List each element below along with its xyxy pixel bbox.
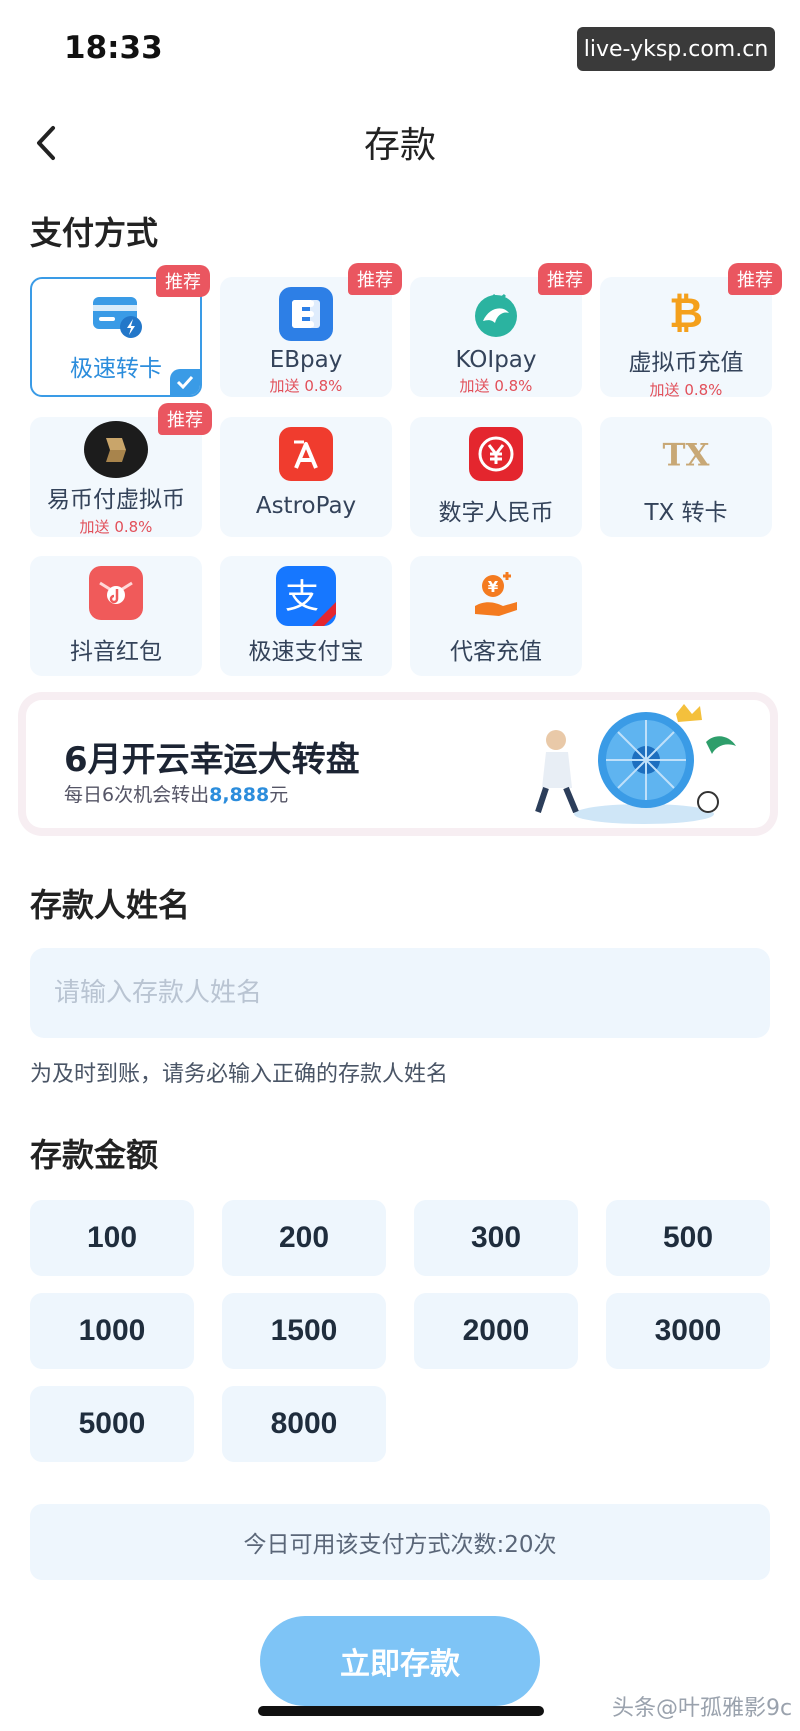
payment-method-agent-topup[interactable]: ¥ 代客充值: [410, 556, 582, 676]
astropay-icon: [279, 427, 333, 481]
payment-method-label: 虚拟币充值: [628, 350, 744, 376]
watermark-bottom: 头条@叶孤雅影9c: [612, 1696, 793, 1721]
payment-method-label: 代客充值: [450, 639, 542, 665]
payment-method-label: 极速支付宝: [248, 639, 364, 665]
checkmark-icon: [170, 369, 200, 395]
depositor-name-field[interactable]: [30, 948, 770, 1038]
amount-option-5000[interactable]: 5000: [30, 1386, 194, 1462]
payment-method-digital-rmb[interactable]: 数字人民币: [410, 417, 582, 537]
watermark-top: live-yksp.com.cn: [577, 27, 775, 71]
payment-bonus: 加送 0.8%: [79, 518, 153, 536]
payment-bonus: 加送 0.8%: [269, 377, 343, 395]
depositor-section-title: 存款人姓名: [30, 886, 191, 924]
amount-option-200[interactable]: 200: [222, 1200, 386, 1276]
amount-option-500[interactable]: 500: [606, 1200, 770, 1276]
payment-bonus: 加送 0.8%: [649, 381, 723, 399]
tx-icon: TX: [659, 427, 713, 481]
depositor-name-input[interactable]: [54, 978, 770, 1008]
payment-method-tx-card[interactable]: TX TX 转卡: [600, 417, 772, 537]
payment-method-douyin-redpacket[interactable]: 抖音红包: [30, 556, 202, 676]
amount-option-1500[interactable]: 1500: [222, 1293, 386, 1369]
payment-bonus: 加送 0.8%: [459, 377, 533, 395]
agent-topup-icon: ¥: [469, 566, 523, 620]
recommend-badge: 推荐: [538, 263, 592, 295]
amount-option-2000[interactable]: 2000: [414, 1293, 578, 1369]
recommend-badge: 推荐: [156, 265, 210, 297]
ebpay-icon: [279, 287, 333, 341]
payment-method-label: 极速转卡: [70, 356, 162, 382]
amount-option-1000[interactable]: 1000: [30, 1293, 194, 1369]
promo-banner[interactable]: 6月开云幸运大转盘 每日6次机会转出8,888元: [26, 700, 770, 828]
ebifu-icon: [84, 421, 148, 478]
amount-option-300[interactable]: 300: [414, 1200, 578, 1276]
svg-text:¥: ¥: [488, 578, 499, 596]
usage-count-text: 今日可用该支付方式次数:20次: [30, 1504, 770, 1580]
payment-method-fast-alipay[interactable]: 支 极速支付宝: [220, 556, 392, 676]
digital-rmb-icon: [469, 427, 523, 481]
payment-section-title: 支付方式: [30, 214, 159, 252]
banner-subtitle-prefix: 每日6次机会转出: [64, 784, 210, 806]
amount-option-100[interactable]: 100: [30, 1200, 194, 1276]
card-icon: [89, 289, 143, 343]
lucky-wheel-image: [535, 704, 736, 824]
alipay-icon: 支: [276, 566, 336, 626]
payment-method-label: AstroPay: [255, 493, 357, 519]
payment-method-crypto[interactable]: ₿ 虚拟币充值 加送 0.8% 推荐: [600, 263, 782, 399]
recommend-badge: 推荐: [348, 263, 402, 295]
payment-method-ebpay[interactable]: EBpay 加送 0.8% 推荐: [220, 263, 402, 397]
payment-method-label: 数字人民币: [438, 500, 554, 526]
payment-method-label: 易币付虚拟币: [47, 487, 185, 513]
banner-subtitle-amount: 8,888: [209, 784, 270, 806]
svg-text:支: 支: [285, 577, 319, 617]
payment-method-astropay[interactable]: AstroPay: [220, 417, 392, 537]
depositor-hint: 为及时到账，请务必输入正确的存款人姓名: [30, 1062, 449, 1087]
payment-method-label: 抖音红包: [70, 639, 162, 665]
status-time: 18:33: [64, 30, 163, 66]
payment-method-ebifu[interactable]: 易币付虚拟币 加送 0.8% 推荐: [30, 403, 212, 537]
amount-option-3000[interactable]: 3000: [606, 1293, 770, 1369]
svg-text:TX: TX: [663, 438, 710, 474]
page-title: 存款: [363, 125, 436, 166]
status-bar: 18:33 live-yksp.com.cn: [0, 0, 800, 100]
banner-subtitle: 每日6次机会转出8,888元: [64, 780, 288, 807]
recommend-badge: 推荐: [728, 263, 782, 295]
payment-method-fast-card[interactable]: 极速转卡 推荐: [30, 265, 210, 397]
payment-method-label: TX 转卡: [644, 500, 728, 526]
recommend-badge: 推荐: [158, 403, 212, 435]
payment-method-label: KOIpay: [455, 347, 537, 373]
koi-fish-icon: [469, 287, 523, 341]
banner-subtitle-suffix: 元: [269, 784, 289, 806]
home-indicator: [258, 1706, 544, 1716]
amount-section-title: 存款金额: [30, 1136, 159, 1174]
svg-text:₿: ₿: [669, 288, 703, 337]
payment-method-koipay[interactable]: KOIpay 加送 0.8% 推荐: [410, 263, 592, 397]
amount-option-8000[interactable]: 8000: [222, 1386, 386, 1462]
bitcoin-icon: ₿: [659, 287, 713, 337]
deposit-now-button[interactable]: 立即存款: [260, 1616, 540, 1706]
banner-title: 6月开云幸运大转盘: [64, 740, 360, 780]
douyin-redpacket-icon: [89, 566, 143, 620]
payment-method-label: EBpay: [269, 347, 343, 373]
